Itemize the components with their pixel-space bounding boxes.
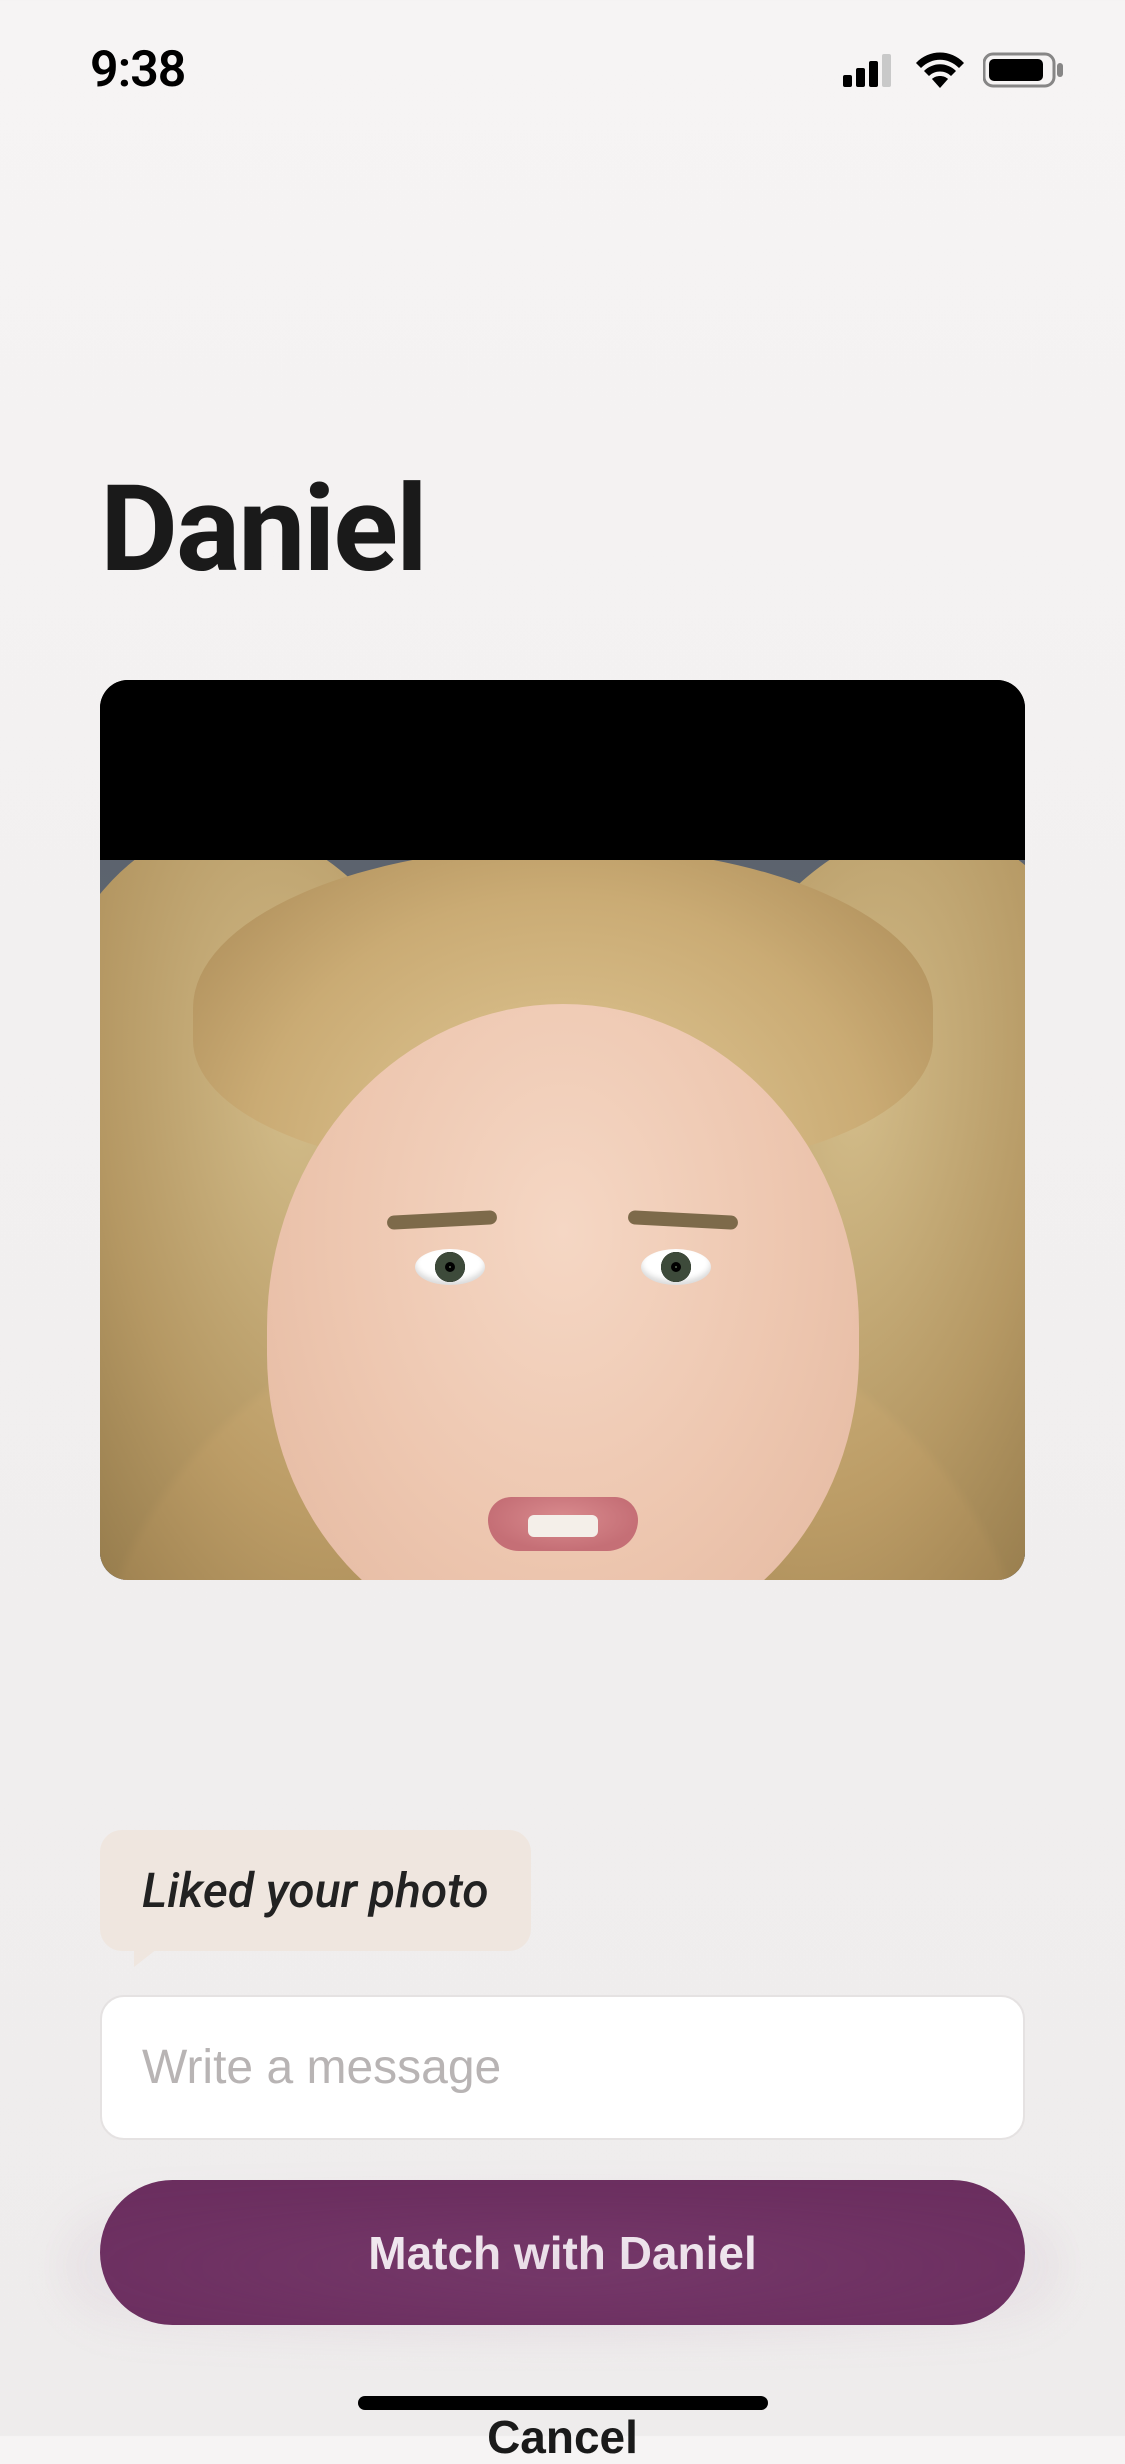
like-note-bubble: Liked your photo	[100, 1830, 531, 1951]
photo-face-area	[100, 860, 1025, 1580]
match-card: Daniel Liked your photo Match with Danie…	[40, 460, 1085, 1580]
status-indicators	[843, 51, 1065, 89]
photo-top-band	[100, 680, 1025, 860]
message-input[interactable]	[142, 2040, 983, 2095]
bottom-blur-hint	[60, 2196, 1065, 2336]
battery-icon	[983, 51, 1065, 89]
cancel-button-label: Cancel	[487, 2411, 638, 2463]
status-time: 9:38	[90, 41, 185, 99]
status-bar: 9:38	[0, 0, 1125, 140]
cancel-button[interactable]: Cancel	[40, 2410, 1085, 2464]
like-note-text: Liked your photo	[142, 1862, 489, 1919]
home-indicator[interactable]	[358, 2396, 768, 2410]
profile-photo[interactable]	[100, 680, 1025, 1580]
message-input-wrap[interactable]	[100, 1995, 1025, 2140]
cellular-icon	[843, 53, 897, 87]
profile-name: Daniel	[100, 460, 1085, 600]
wifi-icon	[915, 52, 965, 88]
